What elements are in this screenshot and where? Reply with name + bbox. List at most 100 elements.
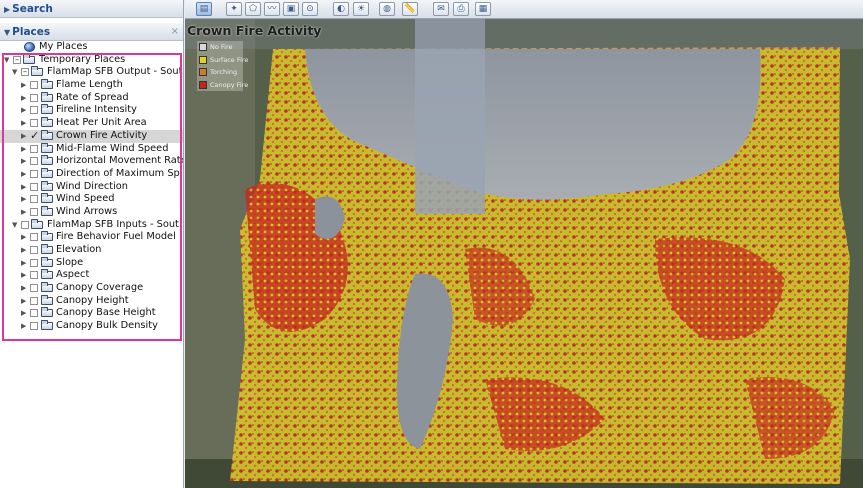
historical-imagery-button[interactable]: ◐ [333,2,349,16]
expand-triangle-icon[interactable]: ▶ [21,269,26,282]
map-view[interactable]: Crown Fire Activity No Fire Surface Fire T… [185,19,863,488]
tree-item-output-layer[interactable]: ▶ Mid-Flame Wind Speed [0,142,183,156]
search-label: Search [12,3,53,15]
sun-button[interactable]: ☀ [353,2,369,16]
image-overlay-button[interactable]: ▣ [283,2,299,16]
folder-icon [41,231,53,242]
collapse-triangle-icon[interactable]: ▼ [12,219,17,232]
tree-item-input-layer[interactable]: ▶ Slope [0,256,183,270]
expand-triangle-icon[interactable]: ▶ [21,143,26,156]
checkbox[interactable] [30,182,38,191]
folder-icon [41,307,53,318]
tree-item-my-places-label: My Places [39,41,88,52]
email-button[interactable]: ✉ [433,2,449,16]
record-tour-button[interactable]: ⊙ [302,2,318,16]
tree-item-output-layer[interactable]: ▶ Rate of Spread [0,91,183,105]
places-panel-header[interactable]: ▼ Places × [0,23,183,41]
checkbox[interactable] [30,169,38,178]
expand-triangle-icon[interactable]: ▶ [21,320,26,333]
checkbox[interactable]: ✓ [30,130,39,141]
checkbox[interactable] [30,246,38,254]
checkbox[interactable] [30,195,38,204]
sidebar-toggle-button[interactable]: ▤ [196,2,212,16]
expand-triangle-icon[interactable]: ▶ [21,193,26,206]
checkbox[interactable] [30,93,38,102]
collapse-triangle-icon[interactable]: ▼ [4,54,9,67]
checkbox[interactable] [30,271,38,280]
save-image-button[interactable]: ▦ [475,2,491,16]
tree-item-output-layer[interactable]: ▶ Heat Per Unit Area [0,117,183,130]
tree-item-output-layer[interactable]: ▶ Flame Length [0,79,183,92]
tree-item-output-layer[interactable]: ▶ Wind Speed [0,193,183,206]
print-button[interactable]: ⎙ [453,2,469,16]
tree-item-temporary-places-label: Temporary Places [39,53,126,65]
placemark-button[interactable]: ✦ [226,2,242,16]
tree-item-output-folder[interactable]: ▼ – FlamMap SFB Output - Sout... [0,66,183,79]
checkbox[interactable]: – [13,55,21,64]
checkbox[interactable]: – [21,68,29,77]
legend-label: No Fire [210,43,233,51]
polygon-button[interactable]: ⬠ [245,2,261,16]
expand-triangle-icon[interactable]: ▶ [21,231,26,244]
collapse-triangle-icon[interactable]: ▼ [12,66,17,79]
tree-item-input-layer[interactable]: ▶ Fire Behavior Fuel Model [0,231,183,244]
search-panel-header[interactable]: ▶ Search [0,0,183,18]
tree-item-output-layer-label: Horizontal Movement Rate [56,155,184,167]
expand-triangle-icon[interactable]: ▶ [21,104,26,117]
placemark-icon: ✦ [230,4,238,14]
checkbox[interactable] [30,322,38,331]
expand-triangle-icon[interactable]: ▶ [21,181,26,194]
expand-triangle-icon[interactable]: ▶ [21,206,26,219]
expand-triangle-icon[interactable]: ▶ [21,244,26,257]
checkbox[interactable] [30,81,38,90]
checkbox[interactable] [30,258,38,267]
expand-triangle-icon[interactable]: ▶ [4,1,10,19]
checkbox[interactable] [30,284,38,293]
folder-icon [41,193,53,204]
tree-item-output-layer[interactable]: ▶ ✓ Crown Fire Activity [0,129,183,143]
tree-item-input-layer[interactable]: ▶ Aspect [0,269,183,282]
close-icon[interactable]: × [171,23,179,41]
checkbox[interactable] [21,220,29,229]
tree-item-input-layer[interactable]: ▶ Elevation [0,244,183,257]
checkbox[interactable] [30,144,38,153]
expand-triangle-icon[interactable]: ▶ [21,92,26,105]
tree-item-output-layer[interactable]: ▶ Horizontal Movement Rate [0,155,183,168]
checkbox[interactable] [30,157,38,166]
checkbox[interactable] [30,309,38,318]
legend-label: Torching [210,68,238,76]
expand-triangle-icon[interactable]: ▶ [21,117,26,130]
tree-item-input-layer[interactable]: ▶ Canopy Bulk Density [0,320,183,333]
tree-item-temporary-places[interactable]: ▼ – Temporary Places [0,53,183,67]
tree-item-my-places[interactable]: My Places [0,41,183,54]
places-label: Places [12,26,51,38]
checkbox[interactable] [30,296,38,305]
tree-item-output-layer[interactable]: ▶ Wind Arrows [0,205,183,219]
tree-item-output-layer[interactable]: ▶ Wind Direction [0,180,183,194]
tree-item-output-layer[interactable]: ▶ Fireline Intensity [0,104,183,117]
checkbox[interactable] [30,119,38,128]
planets-button[interactable]: ◍ [379,2,395,16]
expand-triangle-icon[interactable]: ▶ [21,307,26,320]
expand-triangle-icon[interactable]: ▶ [21,130,26,143]
tree-item-input-layer-label: Canopy Height [56,294,129,306]
tree-item-input-folder[interactable]: ▼ FlamMap SFB Inputs - Sout... [0,218,183,232]
save-image-icon: ▦ [478,4,488,14]
checkbox[interactable] [30,106,38,115]
ruler-button[interactable]: 📏 [402,2,418,16]
collapse-triangle-icon[interactable]: ▼ [4,24,10,42]
expand-triangle-icon[interactable]: ▶ [21,155,26,168]
expand-triangle-icon[interactable]: ▶ [21,257,26,270]
tree-item-output-layer[interactable]: ▶ Direction of Maximum Sp... [0,167,183,181]
checkbox[interactable] [30,207,38,216]
expand-triangle-icon[interactable]: ▶ [21,295,26,308]
expand-triangle-icon[interactable]: ▶ [21,282,26,295]
tree-item-input-layer[interactable]: ▶ Canopy Coverage [0,282,183,295]
checkbox[interactable] [30,233,38,242]
tree-item-input-layer[interactable]: ▶ Canopy Height [0,294,183,308]
expand-triangle-icon[interactable]: ▶ [21,79,26,92]
expand-triangle-icon[interactable]: ▶ [21,168,26,181]
path-button[interactable]: 〰 [264,2,280,16]
tree-item-input-layer-label: Elevation [56,244,102,255]
tree-item-input-layer[interactable]: ▶ Canopy Base Height [0,307,183,320]
